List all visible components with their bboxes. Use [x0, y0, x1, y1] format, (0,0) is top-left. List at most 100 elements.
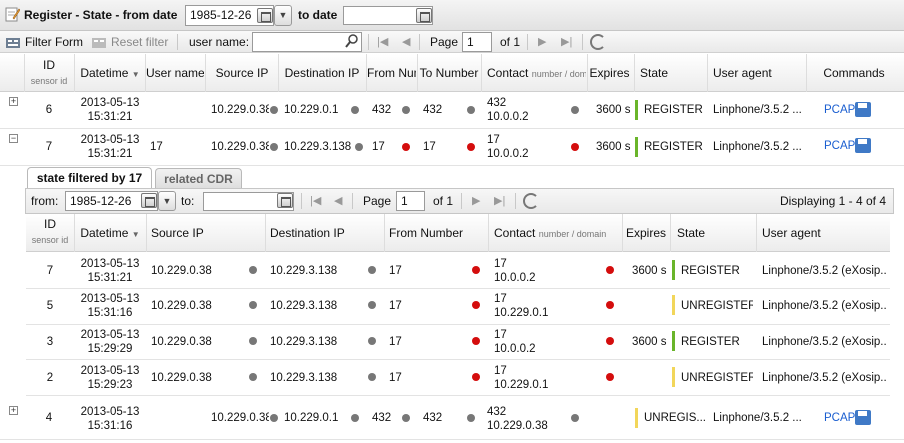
sub-from-date-dropdown[interactable]: ▼ — [158, 191, 176, 211]
last-page-icon[interactable]: ▶| — [494, 194, 505, 207]
from-date-dropdown[interactable]: ▼ — [274, 5, 292, 26]
status-dot — [606, 266, 614, 274]
pcap-link[interactable]: PCAP — [824, 140, 855, 153]
calendar-icon[interactable] — [277, 193, 293, 208]
collapse-row-icon[interactable]: − — [9, 134, 18, 143]
tab-state-filtered[interactable]: state filtered by 17 — [27, 167, 152, 189]
search-icon[interactable] — [345, 34, 359, 51]
sub-row-from-number: 17 — [389, 372, 402, 384]
pcap-link[interactable]: PCAP — [824, 412, 855, 425]
toolbar-divider — [352, 193, 353, 209]
row-username: 17 — [150, 141, 163, 153]
calendar-icon[interactable] — [141, 193, 157, 208]
calendar-icon[interactable] — [416, 8, 432, 23]
sub-column-header-expires[interactable]: Expires — [623, 226, 669, 241]
row-source-ip: 10.229.0.38 — [211, 412, 269, 424]
sub-row-time: 15:29:29 — [87, 343, 133, 355]
column-divider — [488, 214, 489, 252]
status-dot — [368, 337, 376, 345]
column-header-to-number[interactable]: To Number — [418, 66, 480, 81]
column-header-username[interactable]: User name — [146, 66, 204, 81]
to-date-label: to date — [298, 8, 338, 22]
status-dot — [270, 106, 278, 114]
refresh-icon[interactable] — [590, 34, 606, 50]
status-dot — [270, 143, 278, 151]
column-divider — [205, 54, 206, 92]
save-icon[interactable] — [855, 410, 871, 425]
row-to-number: 432 — [423, 104, 443, 116]
row-state: REGISTER — [644, 141, 703, 153]
column-header-commands[interactable]: Commands — [808, 66, 900, 81]
column-divider — [806, 54, 807, 92]
sub-column-header-state[interactable]: State — [677, 226, 753, 241]
sub-row-id: 2 — [46, 372, 54, 384]
status-dot — [249, 266, 257, 274]
reset-filter-button[interactable]: Reset filter — [111, 35, 168, 49]
prev-page-icon[interactable]: ◀ — [334, 194, 342, 207]
sub-column-header-destination-ip[interactable]: Destination IP — [270, 226, 370, 241]
column-header-id[interactable]: ID sensor id — [25, 58, 73, 89]
row-source-ip: 10.229.0.38 — [211, 104, 269, 116]
sub-row-state: UNREGISTER — [681, 300, 753, 312]
column-header-datetime[interactable]: Datetime ▼ — [75, 66, 145, 82]
expand-row-icon[interactable]: + — [9, 406, 18, 415]
column-header-user-agent[interactable]: User agent — [713, 66, 805, 81]
sub-row-time: 15:31:16 — [87, 307, 133, 319]
toolbar-divider — [515, 193, 516, 209]
tab-related-cdr[interactable]: related CDR — [155, 168, 242, 188]
first-page-icon[interactable]: |◀ — [310, 194, 321, 207]
status-dot — [351, 414, 359, 422]
next-page-icon[interactable]: ▶ — [538, 35, 546, 48]
column-header-state[interactable]: State — [640, 66, 706, 81]
column-divider — [756, 214, 757, 252]
pcap-link[interactable]: PCAP — [824, 104, 855, 117]
row-expires: 3600 s — [596, 141, 631, 153]
refresh-icon[interactable] — [523, 193, 539, 209]
status-dot — [270, 414, 278, 422]
first-page-icon[interactable]: |◀ — [377, 35, 388, 48]
column-divider — [622, 214, 623, 252]
next-page-icon[interactable]: ▶ — [472, 194, 480, 207]
state-unregister-bar — [672, 295, 675, 315]
sub-column-header-user-agent[interactable]: User agent — [762, 226, 882, 241]
calendar-icon[interactable] — [257, 8, 273, 23]
row-from-number: 432 — [372, 104, 392, 116]
sub-row-user-agent: Linphone/3.5.2 (eXosip... — [762, 372, 886, 384]
sub-column-header-contact[interactable]: Contact number / domain — [494, 226, 618, 242]
toolbar-divider — [582, 34, 583, 50]
status-dot — [249, 373, 257, 381]
row-to-number: 17 — [423, 141, 436, 153]
column-header-expires[interactable]: Expires — [588, 66, 631, 81]
sub-row-destination-ip: 10.229.3.138 — [270, 336, 338, 348]
column-header-contact[interactable]: Contact number / domai — [487, 66, 586, 82]
sub-row-source-ip: 10.229.0.38 — [151, 336, 212, 348]
toolbar-divider — [419, 34, 420, 50]
row-user-agent: Linphone/3.5.2 ... — [713, 141, 802, 153]
status-dot — [249, 337, 257, 345]
last-page-icon[interactable]: ▶| — [561, 35, 572, 48]
row-destination-ip: 10.229.0.1 — [284, 104, 339, 116]
page-number-value: 1 — [467, 35, 474, 49]
save-icon[interactable] — [855, 138, 871, 153]
column-header-from-number[interactable]: From Numb — [367, 66, 416, 81]
prev-page-icon[interactable]: ◀ — [402, 35, 410, 48]
sub-column-header-source-ip[interactable]: Source IP — [151, 226, 251, 241]
sort-desc-icon: ▼ — [131, 230, 140, 239]
expand-row-icon[interactable]: + — [9, 97, 18, 106]
sub-id-header-label: ID — [44, 217, 56, 231]
filter-form-button[interactable]: Filter Form — [25, 35, 83, 49]
save-icon[interactable] — [855, 102, 871, 117]
sub-column-header-from-number[interactable]: From Number — [389, 226, 479, 241]
row-contact-number: 432 — [487, 406, 507, 418]
status-dot — [606, 373, 614, 381]
sub-column-header-datetime[interactable]: Datetime ▼ — [75, 226, 145, 242]
sub-column-header-id[interactable]: ID sensor id — [27, 217, 73, 248]
status-dot — [249, 301, 257, 309]
row-id: 6 — [45, 104, 53, 116]
sub-page-label: Page — [363, 194, 392, 208]
column-header-destination-ip[interactable]: Destination IP — [279, 66, 365, 81]
status-dot — [402, 106, 410, 114]
column-header-source-ip[interactable]: Source IP — [206, 66, 278, 81]
sub-page-number-input[interactable]: 1 — [396, 191, 425, 211]
page-number-input[interactable]: 1 — [462, 32, 492, 52]
